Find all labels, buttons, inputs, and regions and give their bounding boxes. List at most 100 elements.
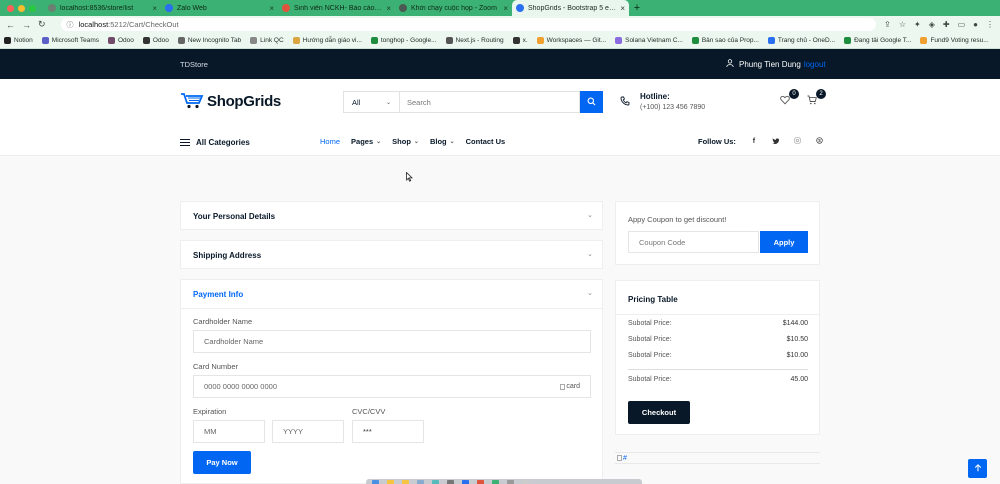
bookmark-label: Bản sao của Prop...	[701, 37, 759, 44]
promo-image[interactable]: #	[615, 452, 820, 464]
bookmark-label: Microsoft Teams	[51, 37, 99, 44]
browser-tab[interactable]: localhost:8536/store/list ×	[44, 0, 161, 16]
bookmark-star-icon[interactable]: ☆	[899, 20, 906, 29]
close-tab-icon[interactable]: ×	[620, 4, 625, 13]
close-window-button[interactable]	[7, 4, 14, 12]
close-tab-icon[interactable]: ×	[386, 4, 391, 13]
dock-app-icon[interactable]	[462, 480, 469, 484]
expiry-year-input[interactable]: YYYY	[272, 420, 344, 443]
bookmark-item[interactable]: New Incognito Tab	[177, 37, 242, 44]
skype-icon[interactable]	[816, 137, 824, 146]
bookmark-item[interactable]: Fund9 Voting resu...	[920, 37, 989, 44]
profile-icon[interactable]: ●	[973, 20, 978, 29]
cart-button[interactable]: 2	[807, 89, 826, 107]
dock-app-icon[interactable]	[387, 480, 394, 484]
wishlist-button[interactable]: 0	[780, 89, 799, 107]
dock-app-icon[interactable]	[432, 480, 439, 484]
bookmark-item[interactable]: Solana Vietnam C...	[615, 37, 683, 44]
coupon-code-input[interactable]: Coupon Code	[628, 231, 759, 253]
extension-icon[interactable]: ✦	[914, 20, 921, 29]
browser-menu-icon[interactable]: ⋮	[986, 20, 994, 29]
bookmark-label: New Incognito Tab	[187, 37, 242, 44]
chevron-down-icon[interactable]: ⌄	[587, 289, 593, 297]
minimize-window-button[interactable]	[18, 4, 25, 12]
share-icon[interactable]: ⇪	[884, 20, 891, 29]
bookmark-item[interactable]: Đang tải Google T...	[844, 37, 911, 44]
browser-tab[interactable]: ShopGrids - Bootstrap 5 eCom ×	[512, 0, 629, 16]
menu-item-shop[interactable]: Shop ⌄	[392, 137, 419, 146]
close-tab-icon[interactable]: ×	[269, 4, 274, 13]
bookmark-item[interactable]: Odoo	[142, 37, 169, 44]
menu-item-pages[interactable]: Pages ⌄	[351, 137, 381, 146]
search-category-select[interactable]: All ⌄	[343, 91, 399, 113]
cardholder-label: Cardholder Name	[193, 317, 253, 326]
instagram-icon[interactable]	[794, 137, 802, 146]
back-icon[interactable]: ←	[6, 20, 15, 30]
cardholder-name-input[interactable]: Cardholder Name	[193, 330, 591, 353]
username[interactable]: Phung Tien Dung	[739, 60, 801, 69]
bookmark-item[interactable]: Odoo	[108, 37, 134, 44]
bookmark-item[interactable]: Workspaces — Git...	[536, 37, 606, 44]
dock-app-icon[interactable]	[522, 480, 529, 484]
search-icon	[587, 97, 596, 108]
pricing-row-value: $10.50	[786, 336, 808, 343]
bookmark-item[interactable]: tonghop - Google...	[370, 37, 437, 44]
shipping-address-accordion[interactable]: Shipping Address ⌄	[180, 240, 603, 269]
dock-app-icon[interactable]	[492, 480, 499, 484]
pay-now-button[interactable]: Pay Now	[193, 451, 251, 474]
all-categories-button[interactable]: All Categories	[180, 137, 250, 148]
phone-icon	[620, 96, 630, 108]
url-bar[interactable]: ⓘ localhost:5212/Cart/CheckOut	[60, 18, 877, 31]
bookmark-label: Solana Vietnam C...	[625, 37, 683, 44]
payment-info-title[interactable]: Payment Info	[193, 290, 243, 299]
card-number-input[interactable]: 0000 0000 0000 0000 card	[193, 375, 591, 398]
bookmark-label: Đang tải Google T...	[854, 37, 912, 44]
bookmark-item[interactable]: Trang chủ - OneD...	[767, 37, 835, 44]
forward-icon[interactable]: →	[22, 20, 31, 30]
browser-tab[interactable]: Zalo Web ×	[161, 0, 278, 16]
dock-app-icon[interactable]	[372, 480, 379, 484]
bookmark-item[interactable]: Hướng dẫn giáo vi...	[292, 37, 362, 44]
close-tab-icon[interactable]: ×	[503, 4, 508, 13]
checkout-button[interactable]: Checkout	[628, 401, 690, 424]
maximize-window-button[interactable]	[29, 4, 36, 12]
twitter-icon[interactable]	[772, 137, 780, 146]
logout-link[interactable]: logout	[804, 60, 826, 69]
personal-details-accordion[interactable]: Your Personal Details ⌄	[180, 201, 603, 230]
sidebar-icon[interactable]: ▭	[958, 20, 966, 29]
browser-tab[interactable]: Khởi chạy cuộc họp - Zoom ×	[395, 0, 512, 16]
dock-app-icon[interactable]	[477, 480, 484, 484]
search-input[interactable]: Search	[399, 91, 580, 113]
dock-app-icon[interactable]	[402, 480, 409, 484]
dock-app-icon[interactable]	[507, 480, 514, 484]
extension-icon-2[interactable]: ◈	[929, 20, 935, 29]
browser-tab[interactable]: Sinh viên NCKH- Báo cáo tiến ×	[278, 0, 395, 16]
site-info-icon[interactable]: ⓘ	[67, 20, 74, 30]
chevron-down-icon: ⌄	[413, 139, 419, 145]
dock-app-icon[interactable]	[417, 480, 424, 484]
puzzle-icon[interactable]: ✚	[943, 20, 950, 29]
cvc-input[interactable]: ***	[352, 420, 424, 443]
scroll-to-top-button[interactable]	[968, 459, 987, 478]
facebook-icon[interactable]: f	[750, 138, 758, 145]
menu-item-home[interactable]: Home	[320, 137, 340, 146]
wishlist-count-badge: 0	[789, 89, 799, 99]
search-button[interactable]	[580, 91, 603, 113]
close-tab-icon[interactable]: ×	[152, 4, 157, 13]
bookmark-item[interactable]: Link QC	[250, 37, 284, 44]
apply-coupon-button[interactable]: Apply	[760, 231, 808, 253]
site-header: ShopGrids All ⌄ Search Hotline: (+100) 1…	[0, 79, 1000, 156]
cart-logo-icon	[180, 92, 204, 111]
menu-item-blog[interactable]: Blog ⌄	[430, 137, 455, 146]
new-tab-button[interactable]: +	[629, 2, 645, 14]
bookmark-item[interactable]: Microsoft Teams	[41, 37, 99, 44]
bookmark-item[interactable]: x.	[512, 37, 528, 44]
expiry-month-input[interactable]: MM	[193, 420, 265, 443]
bookmark-item[interactable]: Next.js - Routing	[445, 37, 504, 44]
dock-app-icon[interactable]	[447, 480, 454, 484]
shopgrids-logo[interactable]: ShopGrids	[180, 92, 281, 111]
bookmark-item[interactable]: Notion	[4, 37, 33, 44]
menu-item-contact-us[interactable]: Contact Us	[466, 137, 506, 146]
bookmark-item[interactable]: Bản sao của Prop...	[691, 37, 759, 44]
reload-icon[interactable]: ↻	[38, 19, 46, 30]
